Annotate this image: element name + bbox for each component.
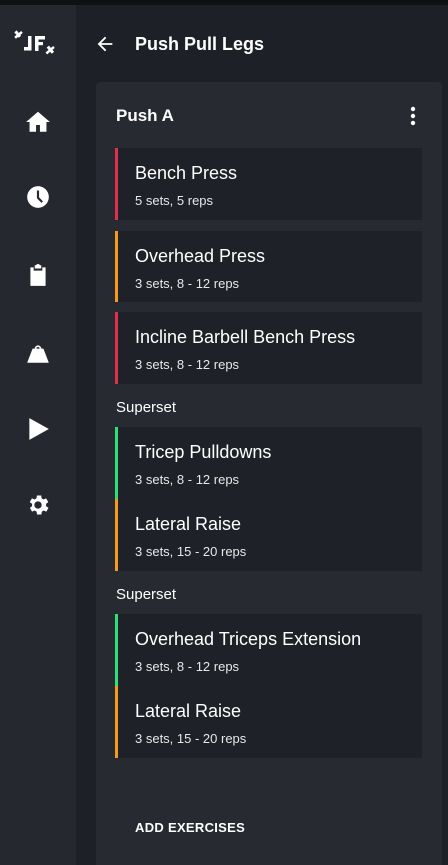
nav-programs[interactable] [24, 261, 52, 289]
exercise-detail: 3 sets, 8 - 12 reps [135, 276, 240, 291]
exercise-detail: 3 sets, 8 - 12 reps [135, 357, 240, 372]
clipboard-icon [30, 264, 46, 286]
exercise-name: Lateral Raise [135, 701, 242, 721]
exercise-detail: 3 sets, 15 - 20 reps [135, 731, 247, 746]
exercise-item[interactable]: Bench Press 5 sets, 5 reps [115, 148, 422, 220]
muscle-color-bar [115, 614, 118, 686]
nav-home[interactable] [24, 108, 52, 136]
play-icon [29, 418, 49, 440]
nav-exercises[interactable] [24, 339, 52, 367]
arrow-left-icon [97, 36, 113, 52]
exercise-name: Lateral Raise [135, 514, 242, 534]
nav-settings[interactable] [24, 491, 52, 519]
muscle-color-bar [115, 148, 118, 220]
muscle-color-bar [115, 312, 118, 384]
muscle-color-bar [115, 686, 118, 758]
exercise-name: Incline Barbell Bench Press [135, 327, 356, 347]
exercise-detail: 3 sets, 8 - 12 reps [135, 659, 240, 674]
muscle-color-bar [115, 499, 118, 571]
workout-card: Push A Bench Press 5 sets, 5 reps Overhe… [96, 82, 442, 865]
superset-label: Superset [116, 399, 177, 416]
exercise-item[interactable]: Overhead Triceps Extension 3 sets, 8 - 1… [115, 614, 422, 686]
add-exercises-button[interactable]: ADD EXERCISES [135, 820, 245, 835]
history-clock-icon [27, 186, 49, 208]
nav-start-workout[interactable] [24, 415, 52, 443]
exercise-name: Overhead Press [135, 246, 266, 266]
exercise-item[interactable]: Lateral Raise 3 sets, 15 - 20 reps [115, 686, 422, 758]
exercise-name: Bench Press [135, 163, 238, 183]
muscle-color-bar [115, 427, 118, 499]
home-icon [26, 111, 50, 132]
gear-icon [29, 495, 49, 515]
nav-history[interactable] [24, 183, 52, 211]
workout-title: Push A [116, 106, 174, 125]
exercise-detail: 5 sets, 5 reps [135, 193, 214, 208]
superset-label: Superset [116, 586, 177, 603]
muscle-color-bar [115, 231, 118, 302]
exercise-name: Tricep Pulldowns [135, 442, 272, 462]
exercise-item[interactable]: Incline Barbell Bench Press 3 sets, 8 - … [115, 312, 422, 384]
more-vertical-icon [410, 106, 416, 126]
page-title: Push Pull Legs [135, 34, 265, 54]
workout-menu-button[interactable] [401, 104, 425, 128]
exercise-item[interactable]: Overhead Press 3 sets, 8 - 12 reps [115, 231, 422, 302]
exercise-name: Overhead Triceps Extension [135, 629, 362, 649]
exercise-detail: 3 sets, 15 - 20 reps [135, 544, 247, 559]
page-header: Push Pull Legs [76, 29, 448, 59]
kettlebell-icon [27, 345, 49, 363]
sidebar [0, 5, 76, 865]
back-button[interactable] [94, 33, 116, 55]
jf-logo-icon[interactable] [13, 27, 63, 67]
exercise-item[interactable]: Tricep Pulldowns 3 sets, 8 - 12 reps [115, 427, 422, 499]
main-content: Push Pull Legs Push A Bench Press 5 sets… [76, 5, 448, 865]
exercise-item[interactable]: Lateral Raise 3 sets, 15 - 20 reps [115, 499, 422, 571]
exercise-detail: 3 sets, 8 - 12 reps [135, 472, 240, 487]
